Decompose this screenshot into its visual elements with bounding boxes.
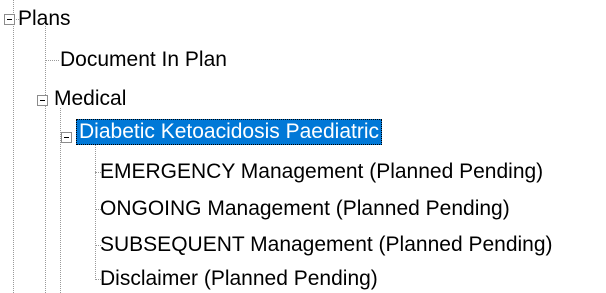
tree-connector xyxy=(13,0,14,293)
tree-node-subsequent-management[interactable]: SUBSEQUENT Management (Planned Pending) xyxy=(100,232,553,258)
collapse-plans-toggle-icon[interactable] xyxy=(4,14,15,25)
tree-connector xyxy=(95,140,96,280)
plans-tree[interactable]: Plans Document In Plan Medical Diabetic … xyxy=(0,0,606,293)
tree-connector xyxy=(45,60,59,61)
tree-node-document-in-plan[interactable]: Document In Plan xyxy=(60,47,227,73)
tree-node-diabetic-ketoacidosis-paediatric[interactable]: Diabetic Ketoacidosis Paediatric xyxy=(76,119,382,145)
tree-node-ongoing-management[interactable]: ONGOING Management (Planned Pending) xyxy=(100,196,510,222)
tree-connector xyxy=(45,26,46,293)
tree-node-plans[interactable]: Plans xyxy=(18,6,71,32)
collapse-medical-toggle-icon[interactable] xyxy=(37,95,48,106)
tree-node-disclaimer[interactable]: Disclaimer (Planned Pending) xyxy=(100,266,378,292)
tree-node-medical[interactable]: Medical xyxy=(54,86,126,112)
tree-node-emergency-management[interactable]: EMERGENCY Management (Planned Pending) xyxy=(100,159,543,185)
collapse-diabetic-ketoacidosis-toggle-icon[interactable] xyxy=(61,132,72,143)
